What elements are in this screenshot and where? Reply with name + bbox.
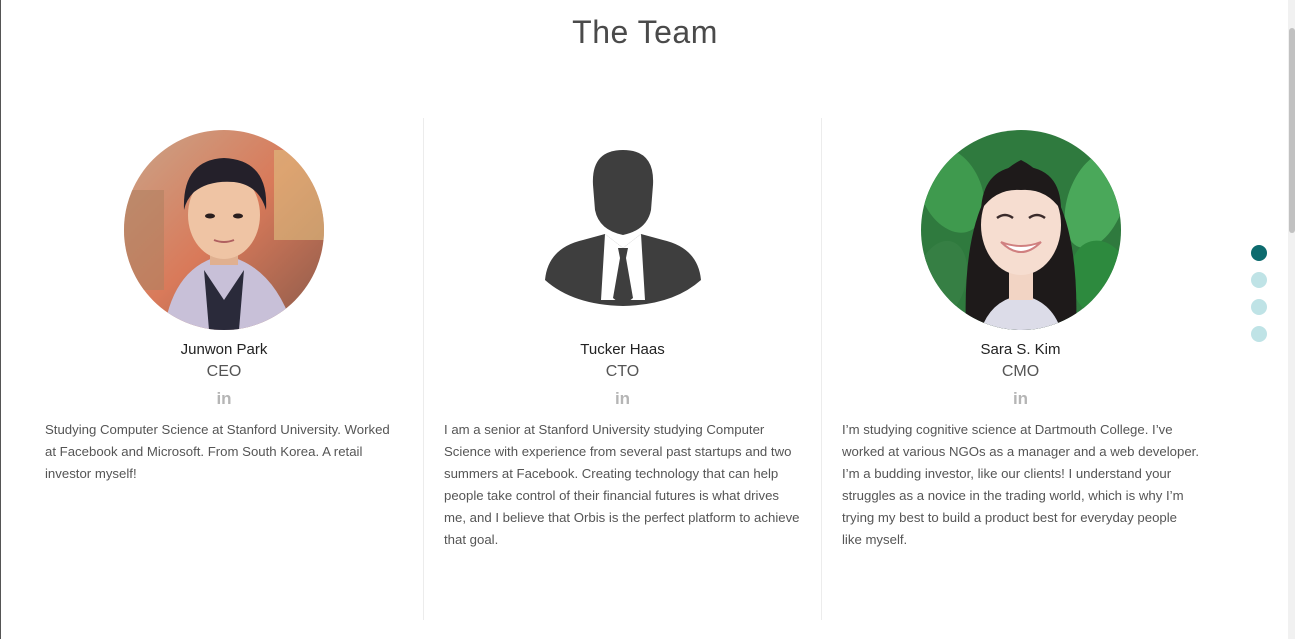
person-silhouette-icon: [522, 130, 723, 330]
section-nav-dot[interactable]: [1251, 299, 1267, 315]
section-title: The Team: [572, 14, 718, 50]
scrollbar-thumb[interactable]: [1289, 28, 1295, 233]
team-member-card: Tucker Haas CTO in I am a senior at Stan…: [423, 118, 821, 620]
member-name: Sara S. Kim: [980, 341, 1061, 358]
section-nav-dot[interactable]: [1251, 272, 1267, 288]
member-bio: Studying Computer Science at Stanford Un…: [45, 422, 390, 481]
portrait-photo-icon: [124, 130, 324, 330]
section-nav-dot[interactable]: [1251, 326, 1267, 342]
member-role: CMO: [1001, 363, 1040, 380]
member-photo: [920, 130, 1121, 330]
vertical-scrollbar[interactable]: [1288, 0, 1295, 639]
team-members: Junwon Park CEO in Studying Computer Sci…: [25, 118, 1221, 620]
section-nav-dot[interactable]: [1251, 245, 1267, 261]
member-bio: I’m studying cognitive science at Dartmo…: [842, 422, 1199, 547]
member-name: Junwon Park: [180, 341, 268, 358]
portrait-photo-icon: [920, 130, 1121, 330]
team-page: The Team Junwon Park CEO in Studying Com…: [0, 0, 1295, 639]
linkedin-icon[interactable]: in: [212, 389, 236, 409]
member-role: CEO: [206, 363, 242, 380]
member-name: Tucker Haas: [580, 341, 665, 358]
team-member-card: Sara S. Kim CMO in I’m studying cognitiv…: [821, 118, 1219, 620]
member-role: CTO: [605, 363, 640, 380]
team-member-card: Junwon Park CEO in Studying Computer Sci…: [25, 118, 423, 620]
linkedin-icon[interactable]: in: [1009, 389, 1033, 409]
linkedin-icon[interactable]: in: [611, 389, 635, 409]
member-bio: I am a senior at Stanford University stu…: [444, 422, 800, 547]
member-photo: [522, 130, 723, 330]
member-photo: [124, 130, 324, 330]
section-nav-dots: [1251, 245, 1267, 353]
